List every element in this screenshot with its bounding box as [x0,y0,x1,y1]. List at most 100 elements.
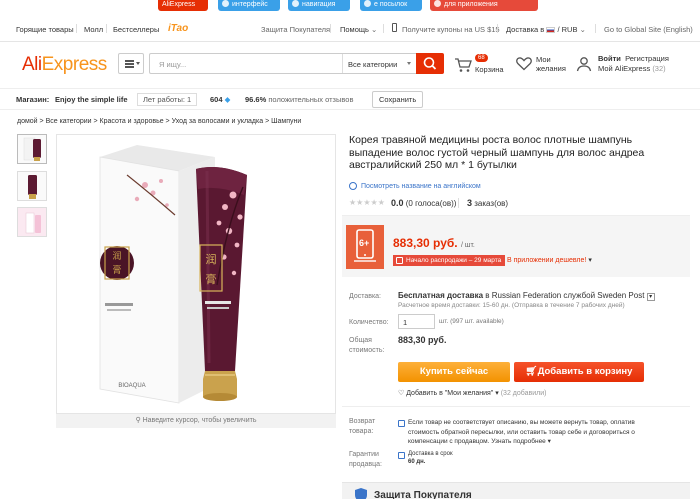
buyer-protection-link[interactable]: Защита Покупателя [261,25,330,34]
currency-label: / RUB [557,25,578,34]
chevron-down-icon [407,62,411,65]
quantity-note: шт. (997 шт. available) [439,318,504,325]
coupons-link[interactable]: Получите купоны на US $15 [402,25,500,34]
shipping-method[interactable]: Бесплатная доставка в Russian Federation… [398,291,655,301]
app-promo-badge[interactable]: 6+ [346,225,384,269]
help-label: Помощь [340,25,369,34]
dropdown-icon[interactable]: ▾ [646,293,655,301]
shield-icon [398,452,405,459]
breadcrumb[interactable]: домой > Все категории > Красота и здоров… [17,118,301,125]
positive-feedback: 96.6% положительных отзывов [245,95,354,104]
globe-icon [349,182,357,190]
user-icon [576,57,592,72]
heart-icon [516,57,532,71]
shield-icon [398,420,405,427]
add-to-wishlist-link[interactable]: ♡ Добавить в "Мои желания" ▾ (32 добавил… [398,389,546,397]
delivery-time: Расчетное время доставки: 15-60 дн. (Отп… [398,302,625,309]
quantity-label: Количество: [349,319,389,326]
promo-pill[interactable]: навигация [288,0,350,11]
product-image[interactable]: 润 膏 BIOAQUA 润 膏 [56,134,336,414]
translate-title-link[interactable]: Посмотреть название на английском [361,183,481,190]
total-label: Общая стоимость: [349,337,385,354]
ship-to-selector[interactable]: Доставка в / RUB ⌄ [506,25,586,34]
cart-icon [455,58,472,72]
thumbnail-1[interactable] [17,134,47,164]
global-site-link[interactable]: Go to Global Site (English) [604,25,693,34]
chevron-down-icon: ▾ [495,390,499,397]
returns-label: Возврат товара: [349,418,376,435]
search-button[interactable] [416,53,444,74]
product-title: Корея травяной медицины роста волос плот… [349,134,645,171]
box-brand-label: BIOAQUA [118,383,145,389]
guarantee-label: Гарантии продавца: [349,451,382,468]
chevron-down-icon: ▾ [588,257,592,264]
zoom-hint: ⚲ Наведите курсор, чтобы увеличить [56,414,336,428]
svg-text:润: 润 [112,250,121,262]
promo-icon [364,0,371,7]
returns-more-link[interactable]: Узнать подробнее [491,438,546,445]
app-deal-link[interactable]: В приложении дешевле! ▾ [507,256,592,264]
itao-link[interactable]: iTao [168,23,188,34]
product-photo: 润 膏 BIOAQUA 润 膏 [99,145,247,404]
cart-label: Корзина [475,65,504,74]
search-category-select[interactable]: Все категории [342,54,417,73]
cart-count-badge: 68 [475,54,488,62]
search-bar: Я ищу... Все категории [149,53,416,74]
top-nav: Горящие товары Молл Бестселлеры iTao Защ… [0,16,700,42]
svg-text:润: 润 [206,252,217,266]
chevron-down-icon [136,62,140,65]
cart-icon: 🛒︎ [525,366,538,377]
divider [497,24,498,33]
shield-icon [355,488,367,499]
russia-flag-icon [546,27,556,33]
calendar-icon [396,257,403,264]
promo-icon [222,0,229,7]
divider [342,406,690,407]
help-menu[interactable]: Помощь ⌄ [340,25,377,34]
store-name[interactable]: Enjoy the simple life [55,95,128,104]
promo-icon [434,0,441,7]
store-bar: Магазин: Enjoy the simple life Лет работ… [0,88,700,110]
svg-text:膏: 膏 [112,264,121,276]
svg-text:膏: 膏 [206,272,217,286]
buy-now-button[interactable]: Купить сейчас [398,362,510,382]
promo-pill[interactable]: е посылок [360,0,422,11]
guarantee-info: Доставка в срок 60 дн. [408,451,453,465]
account-label: Войти Регистрация Мой AliExpress (32) [598,54,669,73]
promo-pill[interactable]: AliExpress [158,0,208,11]
divider [106,24,107,33]
promo-strip: AliExpress интерфейс навигация е посылок… [0,0,700,16]
promo-pill[interactable]: для приложения [430,0,538,11]
magnifier-icon: ⚲ [135,417,141,424]
rating-summary[interactable]: 0.0 (0 голоса(ов)) [391,198,456,208]
divider [458,198,459,208]
wishlist-button[interactable]: Мои желания [516,54,576,76]
store-label: Магазин: [16,95,50,104]
promo-icon [292,0,299,7]
thumbnail-2[interactable] [17,171,47,201]
chevron-down-icon: ▾ [547,438,551,445]
hot-deals-link[interactable]: Горящие товары [16,25,74,34]
aliexpress-logo[interactable]: AliExpress [22,54,107,76]
cart-button[interactable]: 68 Корзина [454,54,510,76]
category-menu-button[interactable] [118,53,144,74]
account-menu[interactable]: Войти Регистрация Мой AliExpress (32) [576,53,686,77]
quantity-input[interactable]: 1 [398,314,435,329]
divider [383,24,384,33]
save-store-button[interactable]: Сохранить [372,91,424,108]
divider [330,24,331,33]
buyer-protection-panel: Защита Покупателя [342,482,690,499]
diamond-icon: ◆ [224,95,231,104]
mall-link[interactable]: Молл [84,25,103,34]
divider [76,24,77,33]
add-to-cart-button[interactable]: 🛒︎Добавить в корзину [514,362,644,382]
price: 883,30 руб. / шт. [393,236,475,250]
sale-start-banner: Начало распродажи – 29 марта [393,255,506,266]
bestsellers-link[interactable]: Бестселлеры [113,25,159,34]
promo-pill[interactable]: интерфейс [218,0,280,11]
thumbnail-3[interactable] [17,207,47,237]
search-input[interactable]: Я ищу... [159,60,186,69]
total-price: 883,30 руб. [398,335,447,345]
divider [595,24,596,33]
search-category-label: Все категории [348,60,398,69]
